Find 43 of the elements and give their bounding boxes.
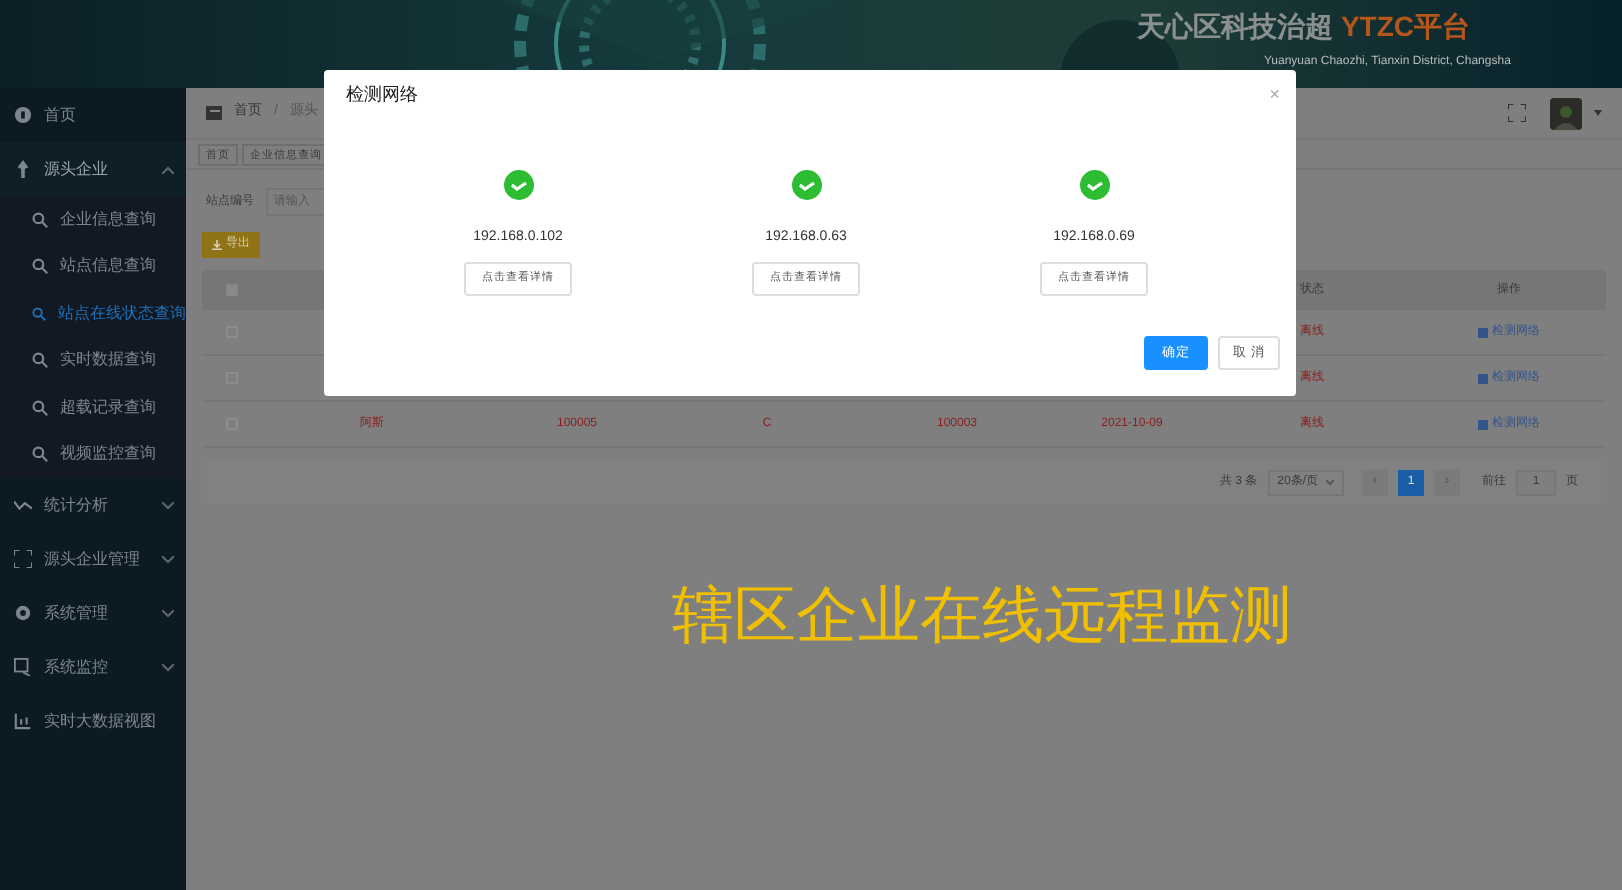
monitor-icon [14, 658, 32, 676]
sidebar-item[interactable]: 源头企业管理 [0, 532, 186, 586]
chart-bar-icon [14, 712, 32, 730]
dialog-title: 检测网络 [346, 82, 418, 108]
search-icon [32, 352, 48, 369]
caret-icon[interactable] [1594, 110, 1602, 116]
fullscreen-icon[interactable] [1508, 104, 1526, 122]
menu-icon[interactable] [206, 106, 222, 120]
chevron-icon [162, 501, 174, 509]
chevron-icon [162, 555, 174, 563]
search-icon [32, 258, 48, 275]
home-icon [14, 106, 32, 124]
edit-icon [1478, 327, 1488, 337]
submenu-item[interactable]: 超载记录查询 [0, 384, 186, 431]
submenu-item[interactable]: 企业信息查询 [0, 196, 186, 243]
search-icon [32, 399, 48, 416]
download-icon [212, 240, 222, 250]
chevron-icon [162, 663, 174, 671]
sidebar-item[interactable]: 系统管理 [0, 586, 186, 640]
chevron-icon [162, 165, 174, 173]
edit-icon [1478, 419, 1488, 429]
gear-icon [14, 604, 32, 622]
chart-line-icon [14, 496, 32, 514]
sidebar-item[interactable]: 首页 [0, 88, 186, 142]
chevron-icon [1326, 479, 1334, 485]
search-icon [32, 211, 48, 228]
chevron-icon [162, 609, 174, 617]
caption: 辖区企业在线远程监测 [672, 578, 1292, 654]
platform-title: 天心区科技治超 [1137, 10, 1334, 42]
avatar[interactable] [1550, 97, 1582, 129]
search-icon [32, 305, 46, 322]
submenu-item[interactable]: 实时数据查询 [0, 337, 186, 384]
platform-title-accent: YTZC平台 [1340, 10, 1470, 42]
submenu-item[interactable]: 站点信息查询 [0, 243, 186, 290]
sidebar-item[interactable]: 实时大数据视图 [0, 694, 186, 748]
search-icon [32, 446, 48, 463]
submenu-item[interactable]: 站点在线状态查询 [0, 290, 186, 337]
sidebar-item[interactable]: 统计分析 [0, 478, 186, 532]
edit-icon [1478, 373, 1488, 383]
sidebar-item[interactable]: 源头企业 [0, 142, 186, 196]
sidebar-item[interactable]: 系统监控 [0, 640, 186, 694]
submenu-item[interactable]: 视频监控查询 [0, 431, 186, 478]
expand-icon [14, 550, 32, 568]
